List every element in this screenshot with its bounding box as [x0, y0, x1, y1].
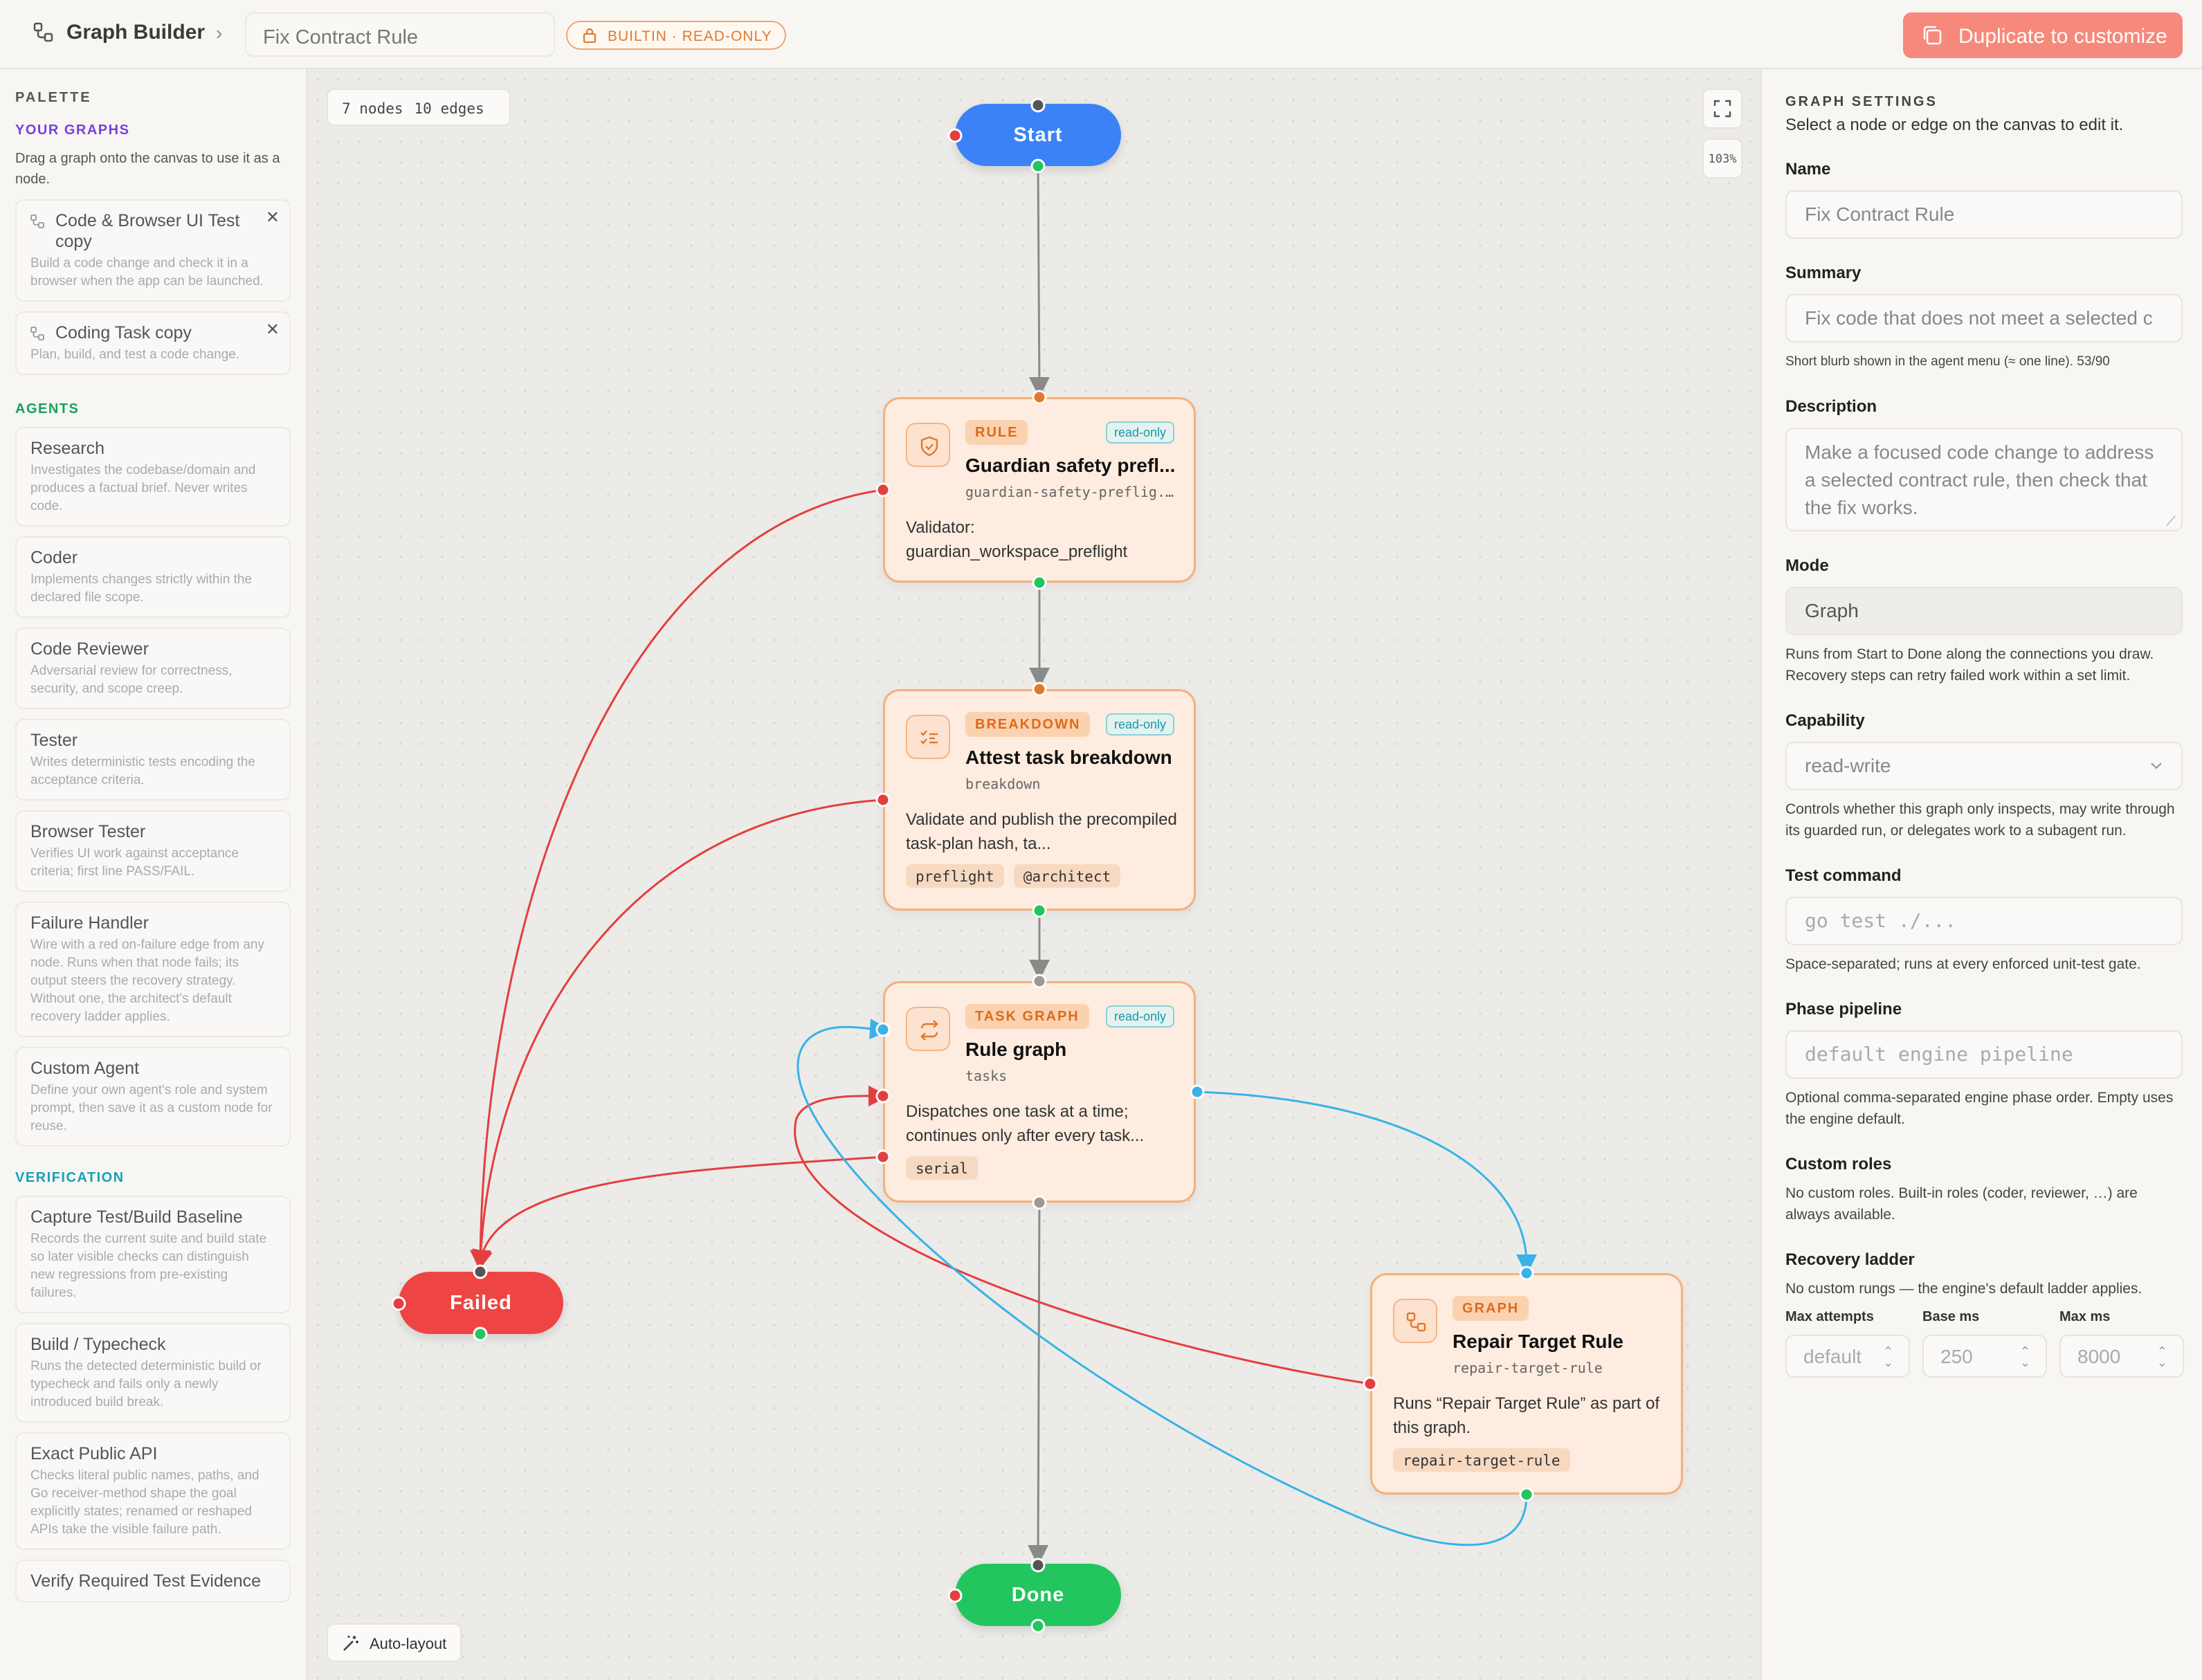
max-ms-label: Max ms [2059, 1309, 2111, 1324]
phase-pipeline-help: Optional comma-separated engine phase or… [1785, 1090, 2174, 1127]
summary-help: Short blurb shown in the agent menu (≈ o… [1785, 354, 2110, 369]
connection-port[interactable] [875, 1022, 891, 1037]
capability-help: Controls whether this graph only inspect… [1785, 801, 2175, 839]
connection-port[interactable] [875, 1149, 891, 1165]
name-label: Name [1785, 160, 1831, 179]
connection-port[interactable] [947, 1588, 963, 1603]
base-ms-stepper[interactable]: 250 ⌃ ⌄ [1922, 1335, 2047, 1378]
connection-port[interactable] [1030, 1558, 1046, 1573]
phase-pipeline-field[interactable]: default engine pipeline [1785, 1030, 2183, 1079]
chevron-down-icon [2151, 763, 2162, 769]
phase-pipeline-label: Phase pipeline [1785, 1000, 1902, 1019]
description-value: Make a focused code change to address a … [1805, 441, 2154, 518]
connection-port[interactable] [1030, 158, 1046, 174]
resize-handle-icon[interactable]: ⟋ [2166, 515, 2176, 529]
capability-select[interactable]: read-write [1785, 742, 2183, 790]
description-label: Description [1785, 397, 1877, 416]
test-command-label: Test command [1785, 866, 1902, 885]
connection-port[interactable] [1519, 1266, 1534, 1281]
connection-port[interactable] [947, 128, 963, 143]
connection-port[interactable] [1190, 1084, 1205, 1099]
custom-roles-label: Custom roles [1785, 1155, 1892, 1174]
recovery-ladder-label: Recovery ladder [1785, 1250, 1915, 1269]
connection-port[interactable] [1030, 1618, 1046, 1634]
connection-port[interactable] [1032, 682, 1047, 697]
connection-port[interactable] [1032, 575, 1047, 590]
mode-field[interactable]: Graph [1785, 587, 2183, 635]
capability-label: Capability [1785, 711, 1865, 730]
connection-port[interactable] [875, 792, 891, 807]
test-command-field[interactable]: go test ./... [1785, 897, 2183, 945]
stepper-arrows-icon[interactable]: ⌃ ⌄ [1883, 1345, 1893, 1369]
settings-subheading: Select a node or edge on the canvas to e… [1785, 116, 2124, 134]
description-field[interactable]: Make a focused code change to address a … [1785, 428, 2183, 531]
stepper-arrows-icon[interactable]: ⌃ ⌄ [2157, 1345, 2167, 1369]
max-attempts-value: default [1803, 1346, 1862, 1367]
connection-port[interactable] [1030, 98, 1046, 113]
summary-field[interactable]: Fix code that does not meet a selected c [1785, 294, 2183, 343]
summary-label: Summary [1785, 264, 1862, 282]
max-attempts-stepper[interactable]: default ⌃ ⌄ [1785, 1335, 1910, 1378]
recovery-ladder-help: No custom rungs — the engine's default l… [1785, 1281, 2142, 1297]
connection-port[interactable] [1032, 390, 1047, 405]
settings-heading: GRAPH SETTINGS [1785, 94, 1938, 109]
connection-port[interactable] [391, 1296, 406, 1311]
connection-port[interactable] [1363, 1376, 1378, 1391]
base-ms-label: Base ms [1922, 1309, 1980, 1324]
mode-label: Mode [1785, 556, 1829, 575]
max-ms-stepper[interactable]: 8000 ⌃ ⌄ [2059, 1335, 2184, 1378]
connection-port[interactable] [1519, 1487, 1534, 1502]
name-field[interactable]: Fix Contract Rule [1785, 190, 2183, 239]
connection-port[interactable] [1032, 974, 1047, 989]
stepper-arrows-icon[interactable]: ⌃ ⌄ [2020, 1345, 2030, 1369]
custom-roles-help: No custom roles. Built-in roles (coder, … [1785, 1185, 2138, 1223]
max-ms-value: 8000 [2077, 1346, 2121, 1367]
connection-port[interactable] [1032, 903, 1047, 918]
connection-port[interactable] [473, 1264, 488, 1279]
connection-port[interactable] [875, 482, 891, 497]
test-command-help: Space-separated; runs at every enforced … [1785, 956, 2141, 972]
capability-value: read-write [1805, 755, 1891, 776]
graph-settings-panel: GRAPH SETTINGS Select a node or edge on … [1760, 69, 2202, 1680]
base-ms-value: 250 [1940, 1346, 1973, 1367]
mode-help: Runs from Start to Done along the connec… [1785, 646, 2154, 684]
max-attempts-label: Max attempts [1785, 1309, 1874, 1324]
connection-port[interactable] [875, 1088, 891, 1104]
connection-port[interactable] [473, 1326, 488, 1342]
connection-port[interactable] [1032, 1195, 1047, 1210]
